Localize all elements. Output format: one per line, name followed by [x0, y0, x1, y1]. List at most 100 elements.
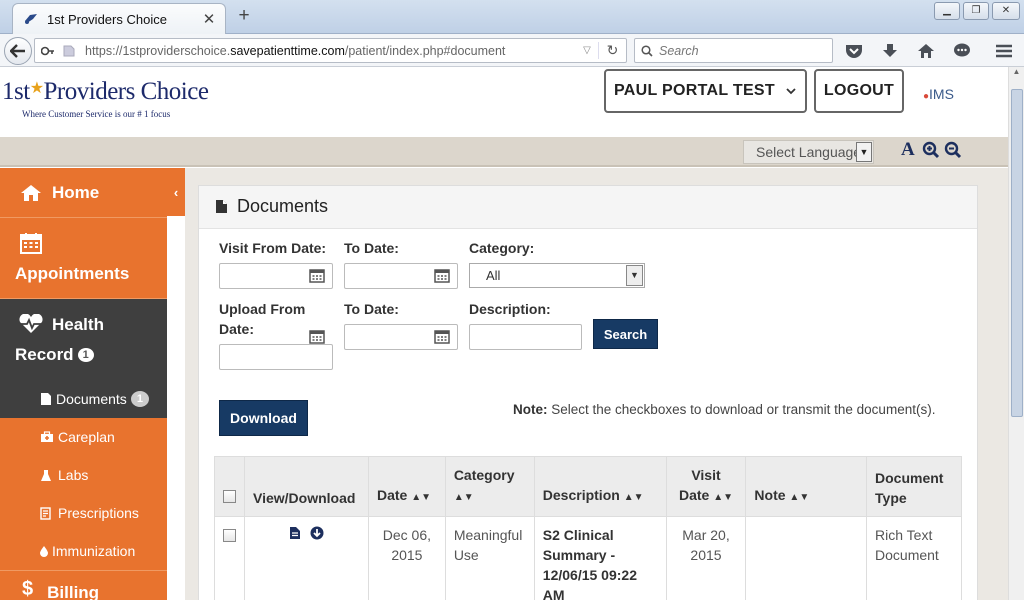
chevron-down-icon	[786, 88, 796, 95]
minimize-icon[interactable]: ▁	[934, 2, 960, 20]
category-label: Category:	[469, 240, 535, 256]
sidebar-item-billing[interactable]: $ Billing	[0, 570, 167, 600]
browser-tabbar: 1st Providers Choice ✕ + ▁ ❐ ✕	[0, 0, 1024, 34]
date-cell: Dec 06, 2015	[367, 516, 446, 600]
calendar-picker-icon[interactable]	[309, 268, 325, 283]
address-bar[interactable]: https://1stproviderschoice.savepatientti…	[34, 38, 627, 63]
select-arrow-icon: ▼	[856, 142, 872, 162]
page-icon	[63, 45, 75, 56]
select-all-checkbox[interactable]	[223, 490, 236, 503]
calendar-picker-icon[interactable]	[309, 329, 325, 344]
row-checkbox[interactable]	[223, 529, 236, 542]
sidebar-collapse-button[interactable]: ‹	[167, 168, 185, 216]
page-scrollbar[interactable]: ▲	[1008, 67, 1024, 600]
downloads-icon[interactable]	[880, 42, 900, 60]
pocket-icon[interactable]	[844, 42, 864, 60]
home-icon	[21, 184, 41, 201]
sidebar-item-label: Appointments	[15, 264, 130, 283]
sidebar-item-careplan[interactable]: Careplan	[0, 418, 167, 456]
brand-logo[interactable]: 1st★Providers Choice	[2, 78, 209, 106]
scroll-up-icon[interactable]: ▲	[1009, 67, 1024, 83]
col-view-download: View/Download	[244, 456, 369, 517]
language-select-value: Select Language	[756, 144, 856, 160]
logo-tagline: Where Customer Service is our # 1 focus	[22, 109, 171, 119]
menu-icon[interactable]	[994, 42, 1014, 60]
chat-icon[interactable]	[952, 42, 972, 60]
view-document-icon[interactable]	[289, 526, 301, 540]
to-date-label: To Date:	[344, 240, 399, 256]
visit-date-cell: Mar 20, 2015	[665, 516, 747, 600]
table-header-row: View/Download Date ▲▼ Category ▲▼ Descrip…	[214, 456, 962, 517]
col-description[interactable]: Description ▲▼	[533, 456, 667, 517]
user-menu-button[interactable]: PAUL PORTAL TEST	[604, 69, 807, 113]
note-text: Note: Select the checkboxes to download …	[513, 402, 936, 417]
sidebar-item-labs[interactable]: Labs	[0, 456, 167, 494]
sidebar-item-health-record[interactable]: Health Record 1 Documents 1	[0, 300, 167, 418]
search-icon	[641, 44, 653, 57]
user-menu-label: PAUL PORTAL TEST	[614, 82, 775, 99]
note-cell	[745, 516, 868, 600]
logout-button[interactable]: LOGOUT	[814, 69, 904, 113]
new-tab-icon[interactable]: +	[234, 6, 254, 26]
table-row: Dec 06, 2015 Meaningful Use S2 Clinical …	[214, 516, 962, 600]
sidebar-item-label: Labs	[58, 467, 89, 483]
tab-close-icon[interactable]: ✕	[201, 10, 217, 28]
sidebar-item-appointments[interactable]: Appointments	[0, 218, 167, 299]
maximize-icon[interactable]: ❐	[963, 2, 989, 20]
reload-icon[interactable]: ↻	[598, 42, 626, 59]
row-select-cell	[214, 516, 245, 600]
col-document-type: Document Type	[866, 456, 962, 517]
browser-tab[interactable]: 1st Providers Choice ✕	[12, 3, 226, 34]
download-circle-icon[interactable]	[310, 526, 324, 540]
calendar-icon	[20, 233, 42, 254]
sidebar-item-prescriptions[interactable]: Prescriptions	[0, 494, 167, 532]
download-button[interactable]: Download	[219, 400, 308, 436]
star-icon: ★	[29, 80, 44, 97]
scroll-thumb[interactable]	[1011, 89, 1023, 417]
description-input[interactable]	[469, 324, 582, 350]
flask-icon	[41, 469, 51, 481]
upload-from-label: Upload From Date:	[219, 301, 306, 337]
sidebar-item-immunization[interactable]: Immunization	[0, 532, 167, 570]
language-select[interactable]: Select Language ▼	[743, 140, 874, 164]
view-download-cell	[244, 516, 369, 600]
font-reset-icon[interactable]: A	[901, 139, 915, 161]
sidebar-item-label: Home	[52, 182, 100, 202]
partner-logo: ●IMS	[923, 86, 954, 102]
sidebar-item-label: Documents	[56, 391, 127, 407]
category-select[interactable]: All ▼	[469, 263, 645, 288]
sort-icon: ▲▼	[713, 492, 734, 503]
upload-from-date-input[interactable]	[219, 344, 333, 370]
medkit-icon	[41, 431, 53, 442]
visit-from-label: Visit From Date:	[219, 240, 327, 256]
sort-icon: ▲▼	[453, 492, 474, 503]
sidebar-item-documents[interactable]: Documents 1	[0, 380, 167, 418]
calendar-picker-icon[interactable]	[434, 329, 450, 344]
url-dropdown-icon[interactable]: ▽	[576, 45, 598, 56]
select-all-header	[214, 456, 245, 517]
drop-icon	[40, 545, 48, 557]
back-button[interactable]	[4, 37, 32, 65]
col-note[interactable]: Note ▲▼	[745, 456, 868, 517]
lock-key-icon	[41, 46, 54, 55]
document-icon	[216, 200, 227, 213]
calendar-picker-icon[interactable]	[434, 268, 450, 283]
page-title: Documents	[237, 196, 329, 216]
sidebar-item-label: Health	[52, 315, 104, 334]
sort-icon: ▲▼	[623, 492, 644, 503]
description-label: Description:	[469, 301, 551, 317]
col-date[interactable]: Date ▲▼	[367, 456, 446, 517]
home-browser-icon[interactable]	[916, 42, 936, 60]
zoom-in-icon[interactable]	[922, 141, 940, 165]
search-placeholder: Search	[659, 43, 699, 58]
tab-title: 1st Providers Choice	[47, 11, 167, 27]
search-button[interactable]: Search	[593, 319, 658, 349]
sidebar-item-label: Billing	[47, 583, 100, 600]
documents-badge: 1	[130, 391, 149, 407]
window-close-icon[interactable]: ✕	[992, 2, 1020, 20]
search-bar[interactable]: Search	[634, 38, 833, 63]
zoom-out-icon[interactable]	[944, 141, 962, 165]
col-visit-date[interactable]: Visit Date ▲▼	[665, 456, 747, 517]
col-category[interactable]: Category ▲▼	[444, 456, 535, 517]
sidebar-item-home[interactable]: Home	[0, 168, 167, 218]
